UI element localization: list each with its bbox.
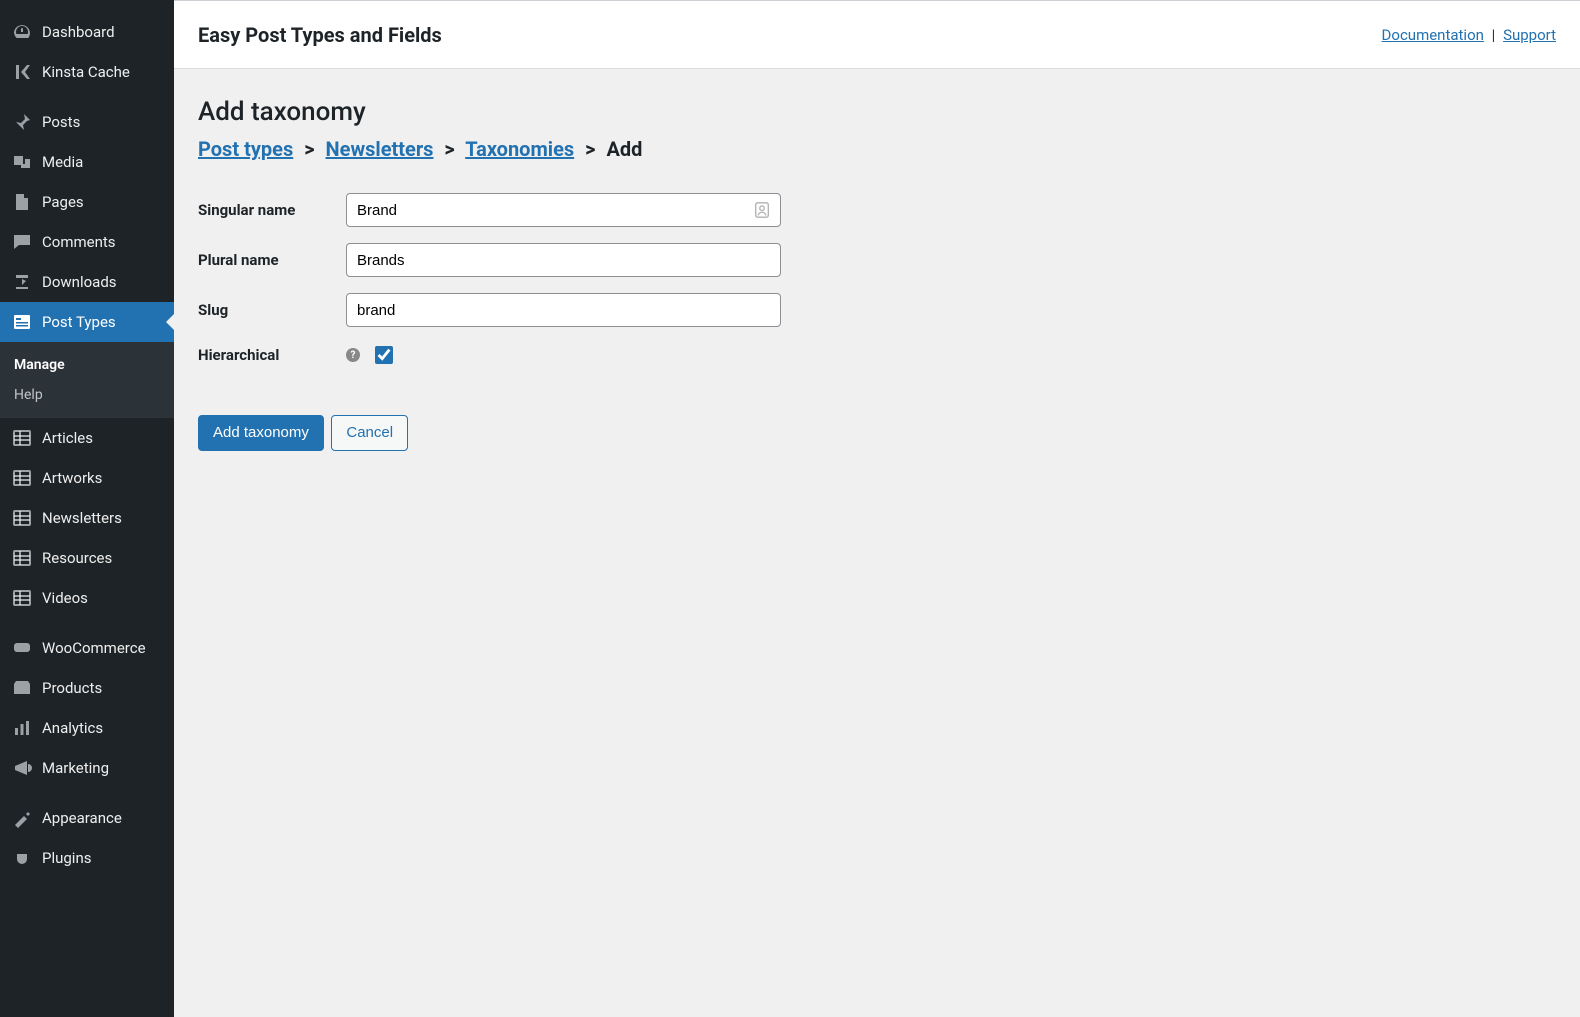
sidebar-item-label: Post Types [42, 313, 116, 331]
submit-button[interactable]: Add taxonomy [198, 415, 324, 451]
sidebar-item-label: Artworks [42, 469, 102, 487]
sidebar-item-label: Videos [42, 589, 88, 607]
sidebar-item-label: Marketing [42, 759, 109, 777]
link-separator: | [1488, 26, 1500, 44]
sidebar-item-label: Plugins [42, 849, 91, 867]
breadcrumb: Post types > Newsletters > Taxonomies > … [198, 137, 1556, 161]
sidebar-item-label: Kinsta Cache [42, 63, 130, 81]
sidebar-item-label: Dashboard [42, 23, 115, 41]
sidebar-item-label: Downloads [42, 273, 117, 291]
singular-name-label: Singular name [198, 185, 346, 235]
dashboard-icon [12, 22, 32, 42]
form-actions: Add taxonomy Cancel [198, 415, 1556, 451]
media-icon [12, 152, 32, 172]
main-content: Easy Post Types and Fields Documentation… [174, 0, 1580, 1017]
hierarchical-checkbox[interactable] [375, 346, 393, 364]
list-icon [12, 588, 32, 608]
comment-icon [12, 232, 32, 252]
singular-name-input[interactable] [346, 193, 781, 227]
list-icon [12, 548, 32, 568]
topbar-links: Documentation | Support [1382, 26, 1556, 44]
top-bar: Easy Post Types and Fields Documentation… [174, 1, 1580, 69]
post-types-icon [12, 312, 32, 332]
breadcrumb-newsletters[interactable]: Newsletters [326, 137, 434, 161]
sidebar-item-articles[interactable]: Articles [0, 418, 174, 458]
page-heading: Add taxonomy [198, 97, 1556, 127]
admin-sidebar: Dashboard Kinsta Cache Posts Media [0, 0, 174, 1017]
list-icon [12, 508, 32, 528]
cancel-button[interactable]: Cancel [331, 415, 408, 451]
sidebar-item-analytics[interactable]: Analytics [0, 708, 174, 748]
breadcrumb-taxonomies[interactable]: Taxonomies [465, 137, 574, 161]
sidebar-item-kinsta-cache[interactable]: Kinsta Cache [0, 52, 174, 92]
breadcrumb-current: Add [606, 137, 642, 161]
sidebar-item-label: Analytics [42, 719, 103, 737]
sidebar-item-label: Comments [42, 233, 116, 251]
sidebar-item-artworks[interactable]: Artworks [0, 458, 174, 498]
sidebar-item-post-types[interactable]: Post Types [0, 302, 174, 342]
breadcrumb-sep: > [579, 137, 601, 161]
plural-name-label: Plural name [198, 235, 346, 285]
submenu-item-help[interactable]: Help [0, 380, 174, 410]
kinsta-icon [12, 62, 32, 82]
appearance-icon [12, 808, 32, 828]
hierarchical-label: Hierarchical [198, 335, 346, 375]
marketing-icon [12, 758, 32, 778]
list-icon [12, 468, 32, 488]
breadcrumb-sep: > [438, 137, 460, 161]
slug-label: Slug [198, 285, 346, 335]
woo-icon [12, 638, 32, 658]
sidebar-item-pages[interactable]: Pages [0, 182, 174, 222]
plural-name-input[interactable] [346, 243, 781, 277]
sidebar-submenu: Manage Help [0, 342, 174, 418]
sidebar-item-resources[interactable]: Resources [0, 538, 174, 578]
sidebar-item-dashboard[interactable]: Dashboard [0, 12, 174, 52]
plugin-title: Easy Post Types and Fields [198, 23, 442, 47]
sidebar-item-label: Newsletters [42, 509, 122, 527]
sidebar-item-downloads[interactable]: Downloads [0, 262, 174, 302]
sidebar-item-label: Resources [42, 549, 112, 567]
sidebar-item-marketing[interactable]: Marketing [0, 748, 174, 788]
sidebar-item-label: Articles [42, 429, 93, 447]
sidebar-item-label: Media [42, 153, 83, 171]
support-link[interactable]: Support [1503, 26, 1556, 44]
taxonomy-form: Singular name Plural name [198, 185, 781, 375]
pin-icon [12, 112, 32, 132]
sidebar-item-videos[interactable]: Videos [0, 578, 174, 618]
sidebar-item-label: WooCommerce [42, 639, 146, 657]
sidebar-item-label: Appearance [42, 809, 122, 827]
sidebar-item-newsletters[interactable]: Newsletters [0, 498, 174, 538]
submenu-item-manage[interactable]: Manage [0, 350, 174, 380]
sidebar-item-label: Posts [42, 113, 80, 131]
help-icon[interactable]: ? [346, 348, 360, 362]
sidebar-item-products[interactable]: Products [0, 668, 174, 708]
sidebar-item-label: Products [42, 679, 102, 697]
sidebar-item-appearance[interactable]: Appearance [0, 798, 174, 838]
analytics-icon [12, 718, 32, 738]
download-icon [12, 272, 32, 292]
plugins-icon [12, 848, 32, 868]
sidebar-item-label: Pages [42, 193, 84, 211]
sidebar-item-plugins[interactable]: Plugins [0, 838, 174, 878]
breadcrumb-sep: > [298, 137, 320, 161]
page-icon [12, 192, 32, 212]
list-icon [12, 428, 32, 448]
products-icon [12, 678, 32, 698]
sidebar-item-woocommerce[interactable]: WooCommerce [0, 628, 174, 668]
sidebar-item-media[interactable]: Media [0, 142, 174, 182]
documentation-link[interactable]: Documentation [1382, 26, 1484, 44]
slug-input[interactable] [346, 293, 781, 327]
sidebar-item-posts[interactable]: Posts [0, 102, 174, 142]
sidebar-item-comments[interactable]: Comments [0, 222, 174, 262]
breadcrumb-post-types[interactable]: Post types [198, 137, 293, 161]
